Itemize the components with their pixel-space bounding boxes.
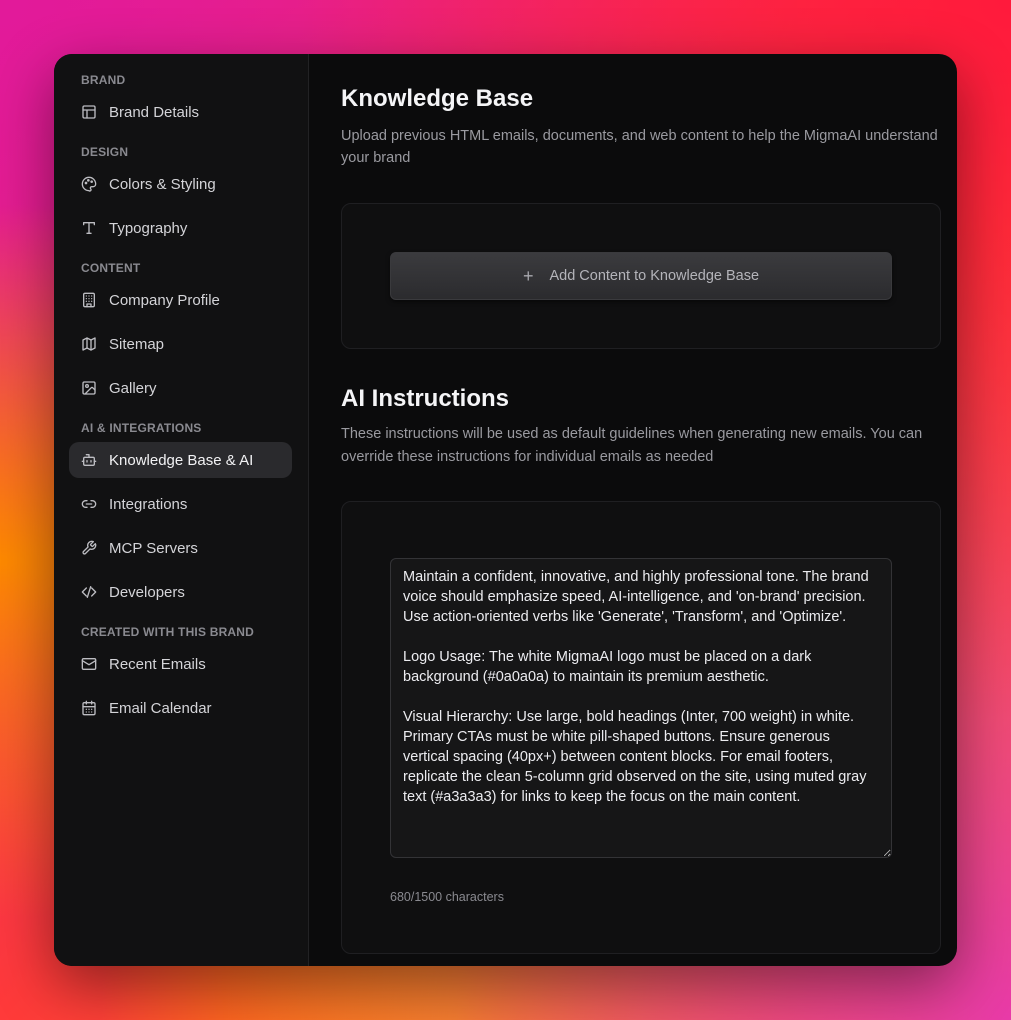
sidebar-section: BRAND Brand Details <box>54 72 308 130</box>
sidebar-item-sitemap[interactable]: Sitemap <box>69 326 292 362</box>
bot-icon <box>81 452 97 468</box>
main-content: Knowledge Base Upload previous HTML emai… <box>309 54 957 966</box>
sidebar-item-label: Typography <box>109 219 188 237</box>
add-content-label: Add Content to Knowledge Base <box>549 268 760 284</box>
sidebar-item-recent-emails[interactable]: Recent Emails <box>69 646 292 682</box>
app-window: BRAND Brand Details DESIGN Colors & Styling… <box>54 54 957 966</box>
sidebar-item-email-calendar[interactable]: Email Calendar <box>69 690 292 726</box>
layout-icon <box>81 104 97 120</box>
ai-instructions-title: AI Instructions <box>341 385 510 412</box>
building-icon <box>81 292 97 308</box>
calendar-icon <box>81 700 97 716</box>
sidebar-item-developers[interactable]: Developers <box>69 574 292 610</box>
sidebar-item-gallery[interactable]: Gallery <box>69 370 292 406</box>
add-content-button[interactable]: + Add Content to Knowledge Base <box>390 252 892 300</box>
sidebar-section-label: CREATED WITH THIS BRAND <box>81 625 255 639</box>
sidebar-section: AI & INTEGRATIONS Knowledge Base & AI Inte… <box>54 420 308 610</box>
sidebar-item-knowledge-base-ai[interactable]: Knowledge Base & AI <box>69 442 292 478</box>
sidebar-item-label: Knowledge Base & AI <box>109 451 254 469</box>
ai-instructions-card: 680/1500 characters <box>341 501 941 954</box>
sidebar-item-label: Gallery <box>109 379 157 397</box>
sidebar-section-label: AI & INTEGRATIONS <box>81 421 202 435</box>
sidebar-section: DESIGN Colors & Styling Typography <box>54 144 308 246</box>
sidebar-item-label: Recent Emails <box>109 655 206 673</box>
sidebar-item-label: Company Profile <box>109 291 220 309</box>
sidebar-item-label: Sitemap <box>109 335 165 353</box>
sidebar: BRAND Brand Details DESIGN Colors & Styling… <box>54 54 309 966</box>
sidebar-item-colors-styling[interactable]: Colors & Styling <box>69 166 292 202</box>
sidebar-section-label: BRAND <box>81 73 126 87</box>
sidebar-item-label: Brand Details <box>109 103 200 121</box>
sidebar-item-label: Developers <box>109 583 185 601</box>
ai-instructions-textarea[interactable] <box>390 558 892 858</box>
plus-icon: + <box>522 266 534 286</box>
sidebar-item-typography[interactable]: Typography <box>69 210 292 246</box>
knowledge-base-description: Upload previous HTML emails, documents, … <box>341 128 938 166</box>
palette-icon <box>81 176 97 192</box>
image-icon <box>81 380 97 396</box>
ai-instructions-description: These instructions will be used as defau… <box>341 426 923 465</box>
sidebar-item-label: Integrations <box>109 495 188 513</box>
sidebar-section-label: CONTENT <box>81 261 141 275</box>
sidebar-item-label: Email Calendar <box>109 699 212 717</box>
sidebar-item-company-profile[interactable]: Company Profile <box>69 282 292 318</box>
sidebar-section-label: DESIGN <box>81 145 129 159</box>
sidebar-item-label: Colors & Styling <box>109 175 216 193</box>
wrench-icon <box>81 540 97 556</box>
map-icon <box>81 336 97 352</box>
knowledge-base-card: + Add Content to Knowledge Base <box>341 203 941 349</box>
mail-icon <box>81 656 97 672</box>
sidebar-item-mcp-servers[interactable]: MCP Servers <box>69 530 292 566</box>
link-icon <box>81 496 97 512</box>
knowledge-base-title: Knowledge Base <box>341 85 534 112</box>
code-icon <box>81 584 97 600</box>
sidebar-item-brand-details[interactable]: Brand Details <box>69 94 292 130</box>
type-icon <box>81 220 97 236</box>
sidebar-item-label: MCP Servers <box>109 539 198 557</box>
sidebar-section: CONTENT Company Profile Sitemap Gallery <box>54 260 308 406</box>
sidebar-section: CREATED WITH THIS BRAND Recent Emails Emai… <box>54 624 308 726</box>
character-count: 680/1500 characters <box>390 890 504 904</box>
sidebar-item-integrations[interactable]: Integrations <box>69 486 292 522</box>
